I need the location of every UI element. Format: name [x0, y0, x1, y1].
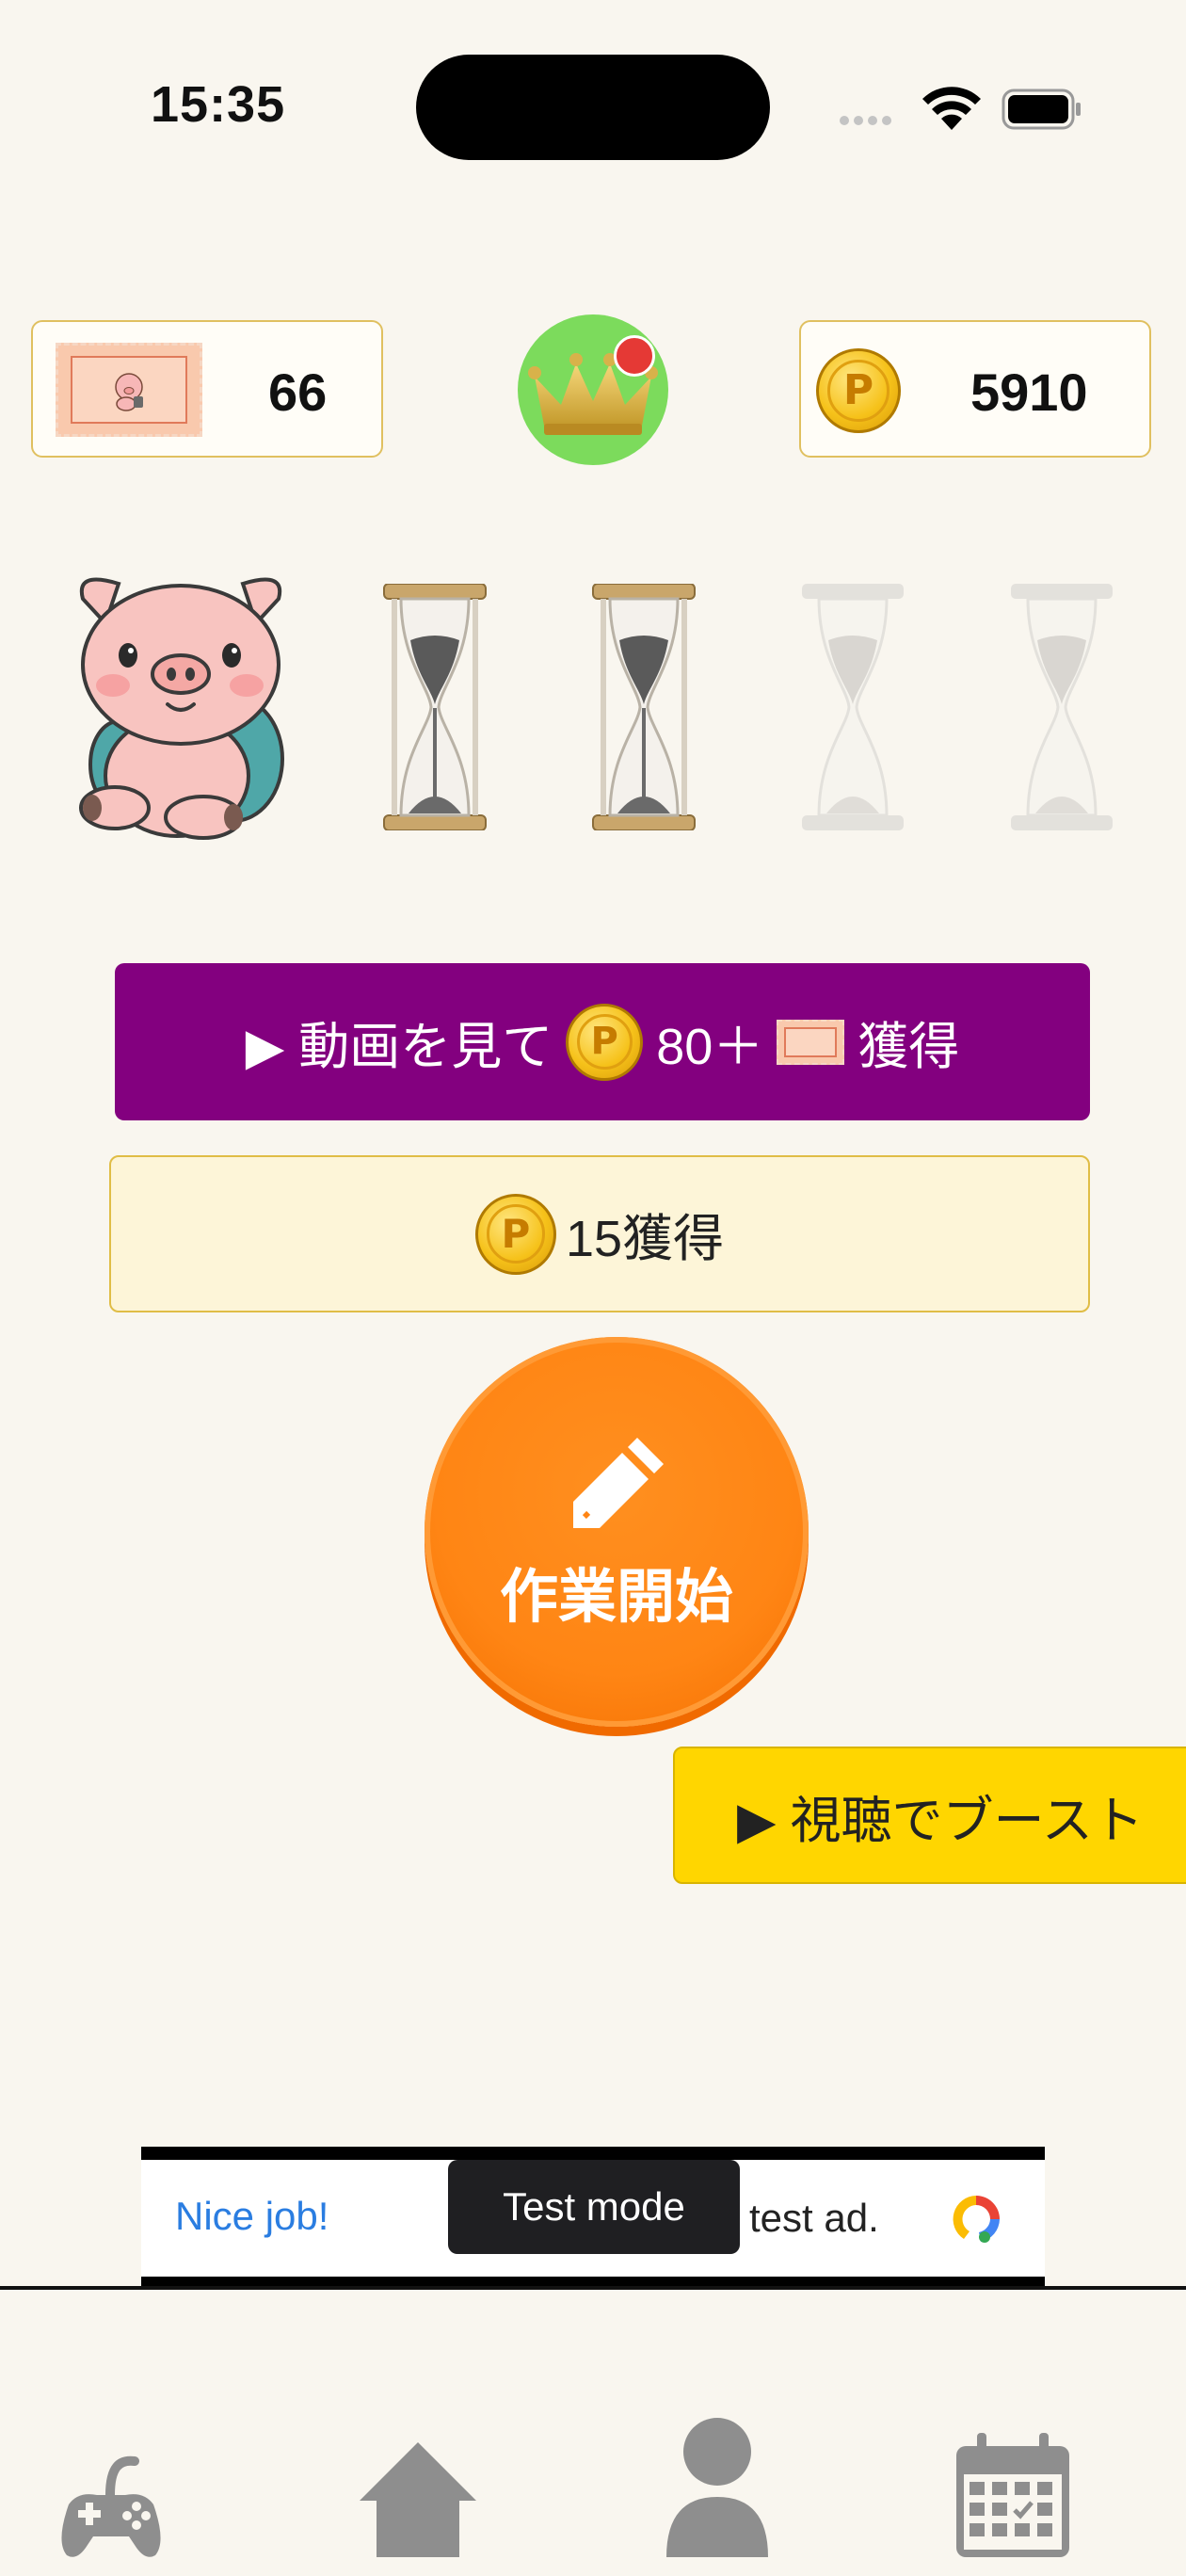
game-controller-icon — [61, 2455, 161, 2557]
dynamic-island — [416, 55, 770, 160]
ticket-icon — [56, 343, 202, 437]
calendar-icon — [956, 2433, 1069, 2557]
coin-icon: P — [566, 1003, 644, 1081]
ad-body: test ad. — [749, 2196, 879, 2240]
battery-icon — [1002, 89, 1081, 130]
hourglass-icon — [383, 584, 487, 830]
boost-video-button[interactable]: ▶ 視聴でブースト — [673, 1747, 1186, 1884]
wifi-icon — [922, 87, 981, 130]
video-reward-suffix: 獲得 — [857, 1019, 960, 1075]
pig-mascot — [79, 577, 284, 840]
crown-icon — [528, 353, 658, 435]
person-icon — [666, 2418, 768, 2557]
start-work-label: 作業開始 — [499, 1565, 733, 1630]
test-mode-toast: Test mode — [448, 2160, 740, 2254]
start-work-button[interactable]: 作業開始 — [425, 1337, 809, 1727]
claim-coins-button[interactable]: P 15獲得 — [109, 1155, 1090, 1312]
ad-headline[interactable]: Nice job! — [175, 2194, 329, 2239]
tab-calendar[interactable] — [947, 2391, 1079, 2561]
status-time: 15:35 — [151, 76, 286, 133]
ad-network-logo-icon — [953, 2196, 1000, 2243]
hourglass-icon — [592, 584, 696, 830]
ticket-counter[interactable]: 66 — [31, 320, 383, 458]
hourglass-icon — [802, 584, 904, 830]
ticket-count: 66 — [268, 362, 328, 422]
pig-small-icon — [115, 373, 143, 411]
boost-label: ▶ 視聴でブースト — [737, 1792, 1144, 1849]
tab-profile[interactable] — [651, 2391, 783, 2561]
watch-video-reward-button[interactable]: ▶ 動画を見て P 80＋ 獲得 — [115, 963, 1090, 1120]
tab-home[interactable] — [352, 2391, 484, 2561]
pencil-icon — [573, 1438, 664, 1528]
claim-coins-label: 15獲得 — [565, 1211, 725, 1267]
hourglass-icon — [1011, 584, 1113, 830]
video-reward-prefix: ▶ 動画を見て — [245, 1019, 553, 1075]
coin-counter[interactable]: P 5910 — [799, 320, 1151, 458]
tab-bar-divider — [0, 2286, 1186, 2290]
video-reward-amount: 80＋ — [656, 1019, 764, 1075]
home-icon — [360, 2442, 476, 2557]
cellular-signal-icon — [840, 113, 896, 130]
coin-icon: P — [474, 1193, 556, 1275]
tab-games[interactable] — [45, 2391, 177, 2561]
coin-icon: P — [816, 348, 901, 433]
notification-badge — [614, 335, 655, 377]
coin-count: 5910 — [970, 362, 1088, 422]
crown-button[interactable] — [518, 314, 668, 465]
ticket-icon — [777, 1019, 845, 1065]
